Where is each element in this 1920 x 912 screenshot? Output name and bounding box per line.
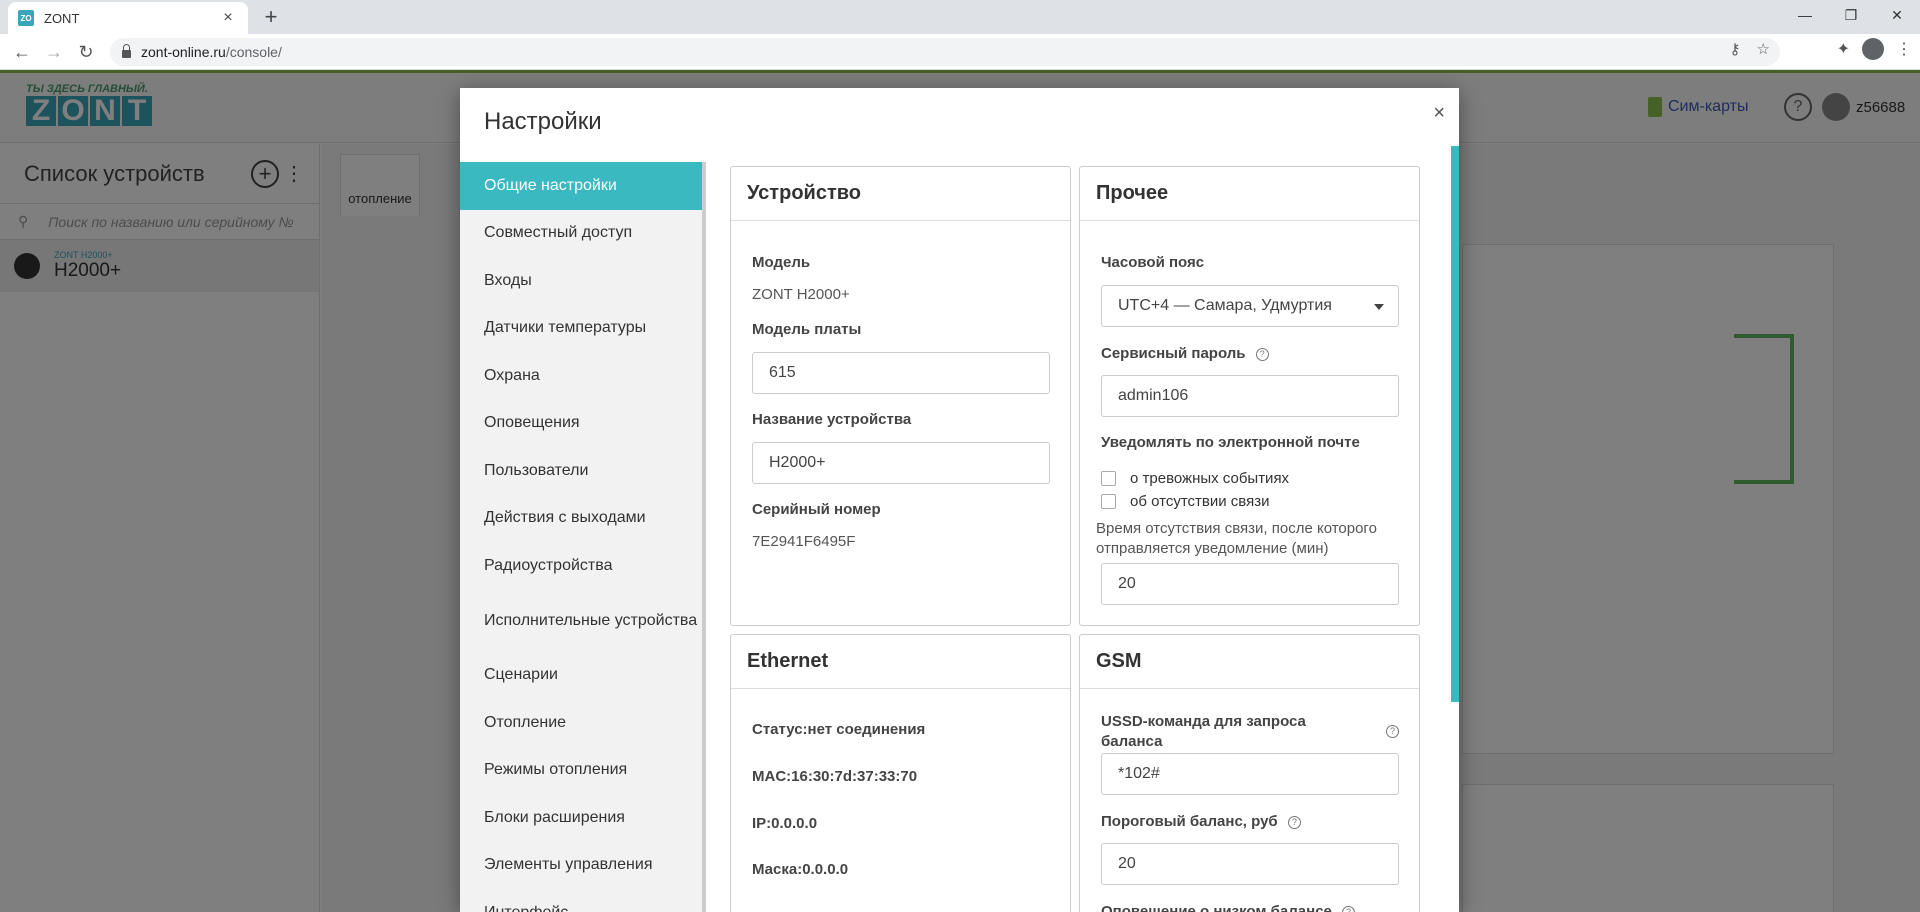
nav-heating[interactable]: Отопление	[460, 699, 702, 747]
restore-icon[interactable]: ❐	[1828, 0, 1874, 30]
nav-heating-modes[interactable]: Режимы отопления	[460, 747, 702, 795]
ethernet-ip: IP:0.0.0.0	[752, 815, 818, 832]
nav-output-actions[interactable]: Действия с выходами	[460, 495, 702, 543]
nav-sharing[interactable]: Совместный доступ	[460, 210, 702, 258]
reload-icon[interactable]: ↻	[72, 38, 100, 66]
serial-value: 7E2941F6495F	[752, 533, 856, 550]
threshold-input[interactable]: 20	[1101, 843, 1399, 885]
menu-kebab-icon[interactable]: ⋮	[1896, 39, 1912, 59]
nav-controls[interactable]: Элементы управления	[460, 842, 702, 890]
settings-content: Устройство Модель ZONT H2000+ Модель пла…	[730, 166, 1436, 912]
board-model-input[interactable]: 615	[752, 352, 1050, 394]
ussd-input[interactable]: *102#	[1101, 753, 1399, 795]
bookmark-star-icon[interactable]: ☆	[1757, 40, 1770, 58]
url-path: /console/	[225, 44, 282, 60]
browser-tab[interactable]: ZO ZONT ×	[8, 2, 248, 34]
minimize-icon[interactable]: —	[1782, 0, 1828, 30]
timeout-input[interactable]: 20	[1101, 563, 1399, 605]
timeout-description: Время отсутствия связи, после которого о…	[1096, 520, 1377, 558]
nav-notifications[interactable]: Оповещения	[460, 400, 702, 448]
window-close-icon[interactable]: ✕	[1874, 0, 1920, 30]
device-panel: Устройство Модель ZONT H2000+ Модель пла…	[730, 166, 1071, 626]
address-bar[interactable]: zont-online.ru/console/ ⚷ ☆	[110, 38, 1780, 66]
content-scrollbar[interactable]	[1451, 146, 1459, 702]
help-icon[interactable]: ?	[1386, 725, 1399, 738]
settings-modal: Настройки × Общие настройки Совместный д…	[460, 88, 1459, 912]
nav-radio-devices[interactable]: Радиоустройства	[460, 542, 702, 590]
device-name-label: Название устройства	[752, 411, 912, 428]
timezone-value: UTC+4 — Самара, Удмуртия	[1118, 297, 1332, 314]
service-password-label: Сервисный пароль ?	[1101, 345, 1269, 362]
settings-nav: Общие настройки Совместный доступ Входы …	[460, 162, 706, 912]
nav-scenarios[interactable]: Сценарии	[460, 652, 702, 700]
model-label: Модель	[752, 254, 811, 271]
serial-label: Серийный номер	[752, 501, 881, 518]
dropdown-caret-icon	[1374, 304, 1384, 310]
extensions-icon[interactable]: ✦	[1837, 39, 1850, 59]
browser-tabstrip: ZO ZONT × + — ❐ ✕	[0, 0, 1920, 34]
nav-interface[interactable]: Интерфейс	[460, 889, 702, 912]
alarm-events-label: о тревожных событиях	[1130, 470, 1290, 487]
other-panel-title: Прочее	[1080, 167, 1419, 221]
nav-users[interactable]: Пользователи	[460, 447, 702, 495]
nav-actuators[interactable]: Исполнительные устройства	[460, 590, 702, 652]
ethernet-panel-title: Ethernet	[731, 635, 1070, 689]
board-model-label: Модель платы	[752, 321, 862, 338]
back-icon[interactable]: ←	[8, 38, 36, 66]
alarm-events-checkbox[interactable]	[1101, 471, 1116, 486]
forward-icon[interactable]: →	[40, 38, 68, 66]
threshold-label: Пороговый баланс, руб ?	[1101, 813, 1301, 830]
modal-title: Настройки	[484, 108, 602, 135]
new-tab-button[interactable]: +	[258, 4, 284, 30]
help-icon[interactable]: ?	[1342, 905, 1356, 912]
nav-security[interactable]: Охрана	[460, 352, 702, 400]
email-notify-label: Уведомлять по электронной почте	[1101, 434, 1360, 451]
url-host: zont-online.ru	[141, 44, 226, 60]
gsm-panel: GSM USSD-команда для запроса баланса ? *…	[1079, 634, 1420, 912]
no-connection-checkbox[interactable]	[1101, 494, 1116, 509]
other-panel: Прочее Часовой пояс UTC+4 — Самара, Удму…	[1079, 166, 1420, 626]
ethernet-panel: Ethernet Статус:нет соединения MAC:16:30…	[730, 634, 1071, 912]
service-password-input[interactable]: admin106	[1101, 375, 1399, 417]
help-icon[interactable]: ?	[1255, 347, 1269, 361]
nav-inputs[interactable]: Входы	[460, 257, 702, 305]
ethernet-mac: MAC:16:30:7d:37:33:70	[752, 768, 918, 785]
ethernet-status: Статус:нет соединения	[752, 721, 926, 738]
device-name-input[interactable]: H2000+	[752, 442, 1050, 484]
tab-title: ZONT	[44, 10, 80, 26]
zont-favicon-icon: ZO	[18, 10, 34, 26]
device-panel-title: Устройство	[731, 167, 1070, 221]
model-value: ZONT H2000+	[752, 286, 850, 303]
key-icon[interactable]: ⚷	[1730, 40, 1741, 58]
gsm-panel-title: GSM	[1080, 635, 1419, 689]
close-icon[interactable]: ×	[1433, 102, 1445, 125]
ussd-label: USSD-команда для запроса баланса	[1101, 713, 1306, 751]
nav-expansion-blocks[interactable]: Блоки расширения	[460, 794, 702, 842]
profile-icon[interactable]	[1862, 38, 1884, 60]
tab-close-icon[interactable]: ×	[218, 9, 238, 27]
lock-icon	[122, 44, 131, 58]
browser-toolbar: ← → ↻ zont-online.ru/console/ ⚷ ☆ ✦ ⋮	[0, 34, 1920, 70]
timezone-label: Часовой пояс	[1101, 254, 1205, 271]
help-icon[interactable]: ?	[1287, 815, 1301, 829]
no-connection-label: об отсутствии связи	[1130, 493, 1270, 510]
nav-general[interactable]: Общие настройки	[460, 162, 702, 210]
timezone-select[interactable]: UTC+4 — Самара, Удмуртия	[1101, 285, 1399, 327]
ethernet-mask: Маска:0.0.0.0	[752, 861, 849, 878]
nav-temp-sensors[interactable]: Датчики температуры	[460, 305, 702, 353]
low-balance-label: Оповещение о низком балансе ?	[1101, 903, 1356, 912]
